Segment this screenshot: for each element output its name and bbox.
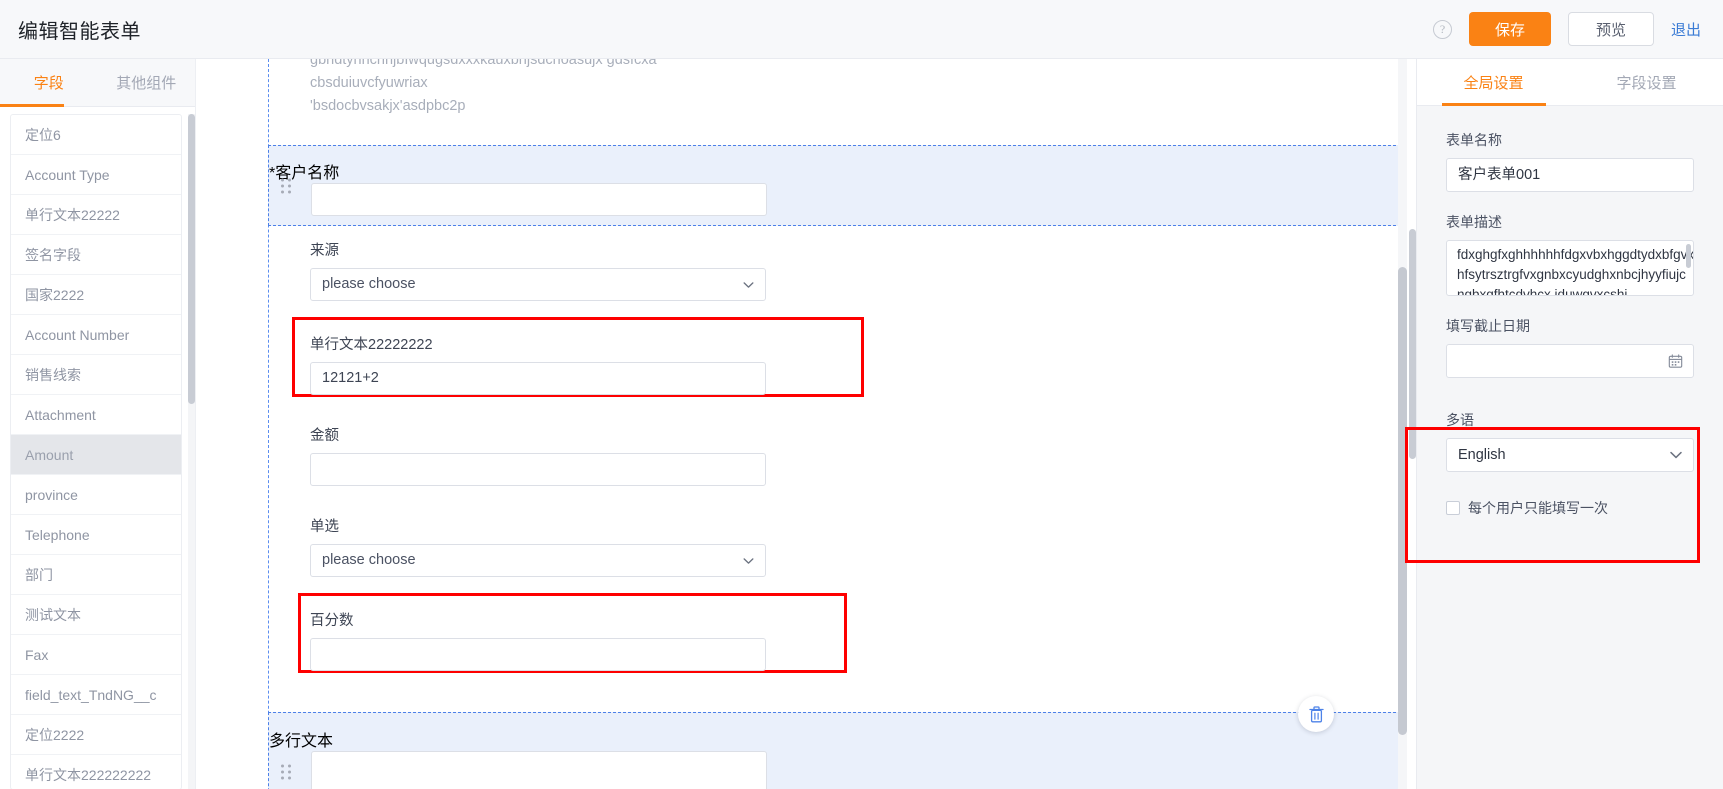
checkbox-box[interactable] bbox=[1446, 501, 1460, 515]
description-line-1: gbhdtyhhchhjbIwqugsdxxxkauxbhjsdchoasujx… bbox=[310, 59, 657, 68]
chevron-down-icon bbox=[743, 281, 754, 288]
canvas-scrollbar[interactable] bbox=[1398, 59, 1407, 789]
field-list: 定位6 Account Type 单行文本22222 签名字段 国家2222 Accoun… bbox=[10, 114, 182, 789]
question-circle-icon[interactable]: ? bbox=[1432, 19, 1452, 39]
field-block-multiline-text[interactable]: 多行文本 bbox=[268, 712, 1407, 789]
tab-global-settings[interactable]: 全局设置 bbox=[1417, 59, 1570, 105]
field-label-percent: 百分数 bbox=[310, 613, 354, 629]
language-value: English bbox=[1458, 447, 1506, 463]
form-description-line-2: hfsytrsztrgfvxgnbxcyudghxnbcjhyyfiujc bbox=[1457, 267, 1686, 282]
form-description-label: 表单描述 bbox=[1446, 214, 1502, 230]
right-settings-panel: 全局设置 字段设置 表单名称 客户表单001 表单描述 fdxghgfxghhh… bbox=[1405, 59, 1723, 789]
form-description-line-1: fdxghgfxghhhhhhfdgxvbxhggdtydxbfgvx bbox=[1457, 247, 1694, 262]
field-label-customer-name: *客户名称 bbox=[269, 165, 340, 182]
field-block-percent[interactable]: 百分数 bbox=[268, 609, 1407, 671]
field-list-item[interactable]: Account Number bbox=[11, 315, 181, 355]
header-actions: ? 保存 预览 退出 bbox=[1432, 12, 1701, 46]
once-per-user-checkbox[interactable]: 每个用户只能填写一次 bbox=[1446, 498, 1694, 518]
select-source[interactable]: please choose bbox=[310, 268, 766, 301]
field-list-item[interactable]: 单行文本222222222 bbox=[11, 755, 181, 789]
select-radio-value: please choose bbox=[322, 552, 416, 568]
right-tab-bar: 全局设置 字段设置 bbox=[1417, 59, 1723, 106]
exit-link[interactable]: 退出 bbox=[1671, 19, 1701, 40]
field-label-single-line-text: 单行文本22222222 bbox=[310, 337, 433, 353]
save-button[interactable]: 保存 bbox=[1468, 12, 1551, 46]
canvas-scrollbar-thumb[interactable] bbox=[1398, 267, 1407, 735]
language-label: 多语 bbox=[1446, 412, 1474, 428]
form-name-group: 表单名称 客户表单001 bbox=[1417, 130, 1723, 192]
field-list-item[interactable]: 签名字段 bbox=[11, 235, 181, 275]
field-list-item[interactable]: province bbox=[11, 475, 181, 515]
field-list-item[interactable]: Amount bbox=[11, 435, 181, 475]
drag-handle-icon[interactable] bbox=[281, 178, 292, 193]
form-description-line-3: ngbxgfhtcdvhcx jduwgvxcshj bbox=[1457, 287, 1628, 296]
delete-field-button[interactable] bbox=[1298, 696, 1334, 732]
select-source-value: please choose bbox=[322, 276, 416, 292]
left-scrollbar[interactable] bbox=[188, 114, 195, 789]
field-block-amount[interactable]: 金额 bbox=[268, 424, 1407, 486]
field-label-radio-select: 单选 bbox=[310, 519, 339, 535]
field-block-customer-name[interactable]: *客户名称 bbox=[268, 145, 1407, 226]
description-line-2: cbsduiuvcfyuwriax bbox=[310, 75, 428, 91]
form-sheet: gbhdtyhhchhjbIwqugsdxxxkauxbhjsdchoasujx… bbox=[268, 59, 1407, 789]
form-name-label: 表单名称 bbox=[1446, 132, 1502, 148]
form-builder-app: 编辑智能表单 ? 保存 预览 退出 字段 其他组件 定位6 Account Typ… bbox=[0, 0, 1723, 789]
chevron-down-icon bbox=[743, 557, 754, 564]
language-select[interactable]: English bbox=[1446, 438, 1694, 472]
top-header-bar: 编辑智能表单 ? 保存 预览 退出 bbox=[0, 0, 1723, 59]
deadline-group: 填写截止日期 bbox=[1417, 316, 1723, 378]
form-description-group: 表单描述 fdxghgfxghhhhhhfdgxvbxhggdtydxbfgvx… bbox=[1417, 212, 1723, 296]
preview-button[interactable]: 预览 bbox=[1567, 12, 1654, 46]
once-per-user-label: 每个用户只能填写一次 bbox=[1468, 500, 1608, 516]
drag-handle-icon[interactable] bbox=[281, 764, 292, 780]
tab-field-settings[interactable]: 字段设置 bbox=[1570, 59, 1723, 105]
left-sidebar: 字段 其他组件 定位6 Account Type 单行文本22222 签名字段 国家22… bbox=[0, 59, 196, 789]
input-percent[interactable] bbox=[310, 638, 766, 671]
form-name-input[interactable]: 客户表单001 bbox=[1446, 158, 1694, 192]
language-group: 多语 English bbox=[1417, 410, 1723, 472]
field-block-source[interactable]: 来源 please choose bbox=[268, 239, 1407, 301]
field-label-multiline-text: 多行文本 bbox=[269, 733, 334, 750]
left-scrollbar-thumb[interactable] bbox=[188, 114, 195, 404]
field-label-source: 来源 bbox=[310, 243, 339, 259]
description-line-3: 'bsdocbvsakjx'asdpbc2p bbox=[310, 98, 466, 114]
trash-icon bbox=[1308, 705, 1324, 722]
select-radio-select[interactable]: please choose bbox=[310, 544, 766, 577]
form-description-text: gbhdtyhhchhjbIwqugsdxxxkauxbhjsdchoasujx… bbox=[310, 59, 1375, 147]
once-per-user-group: 每个用户只能填写一次 bbox=[1417, 498, 1723, 518]
left-tab-bar: 字段 其他组件 bbox=[0, 59, 195, 107]
field-list-item[interactable]: 定位2222 bbox=[11, 715, 181, 755]
tab-fields[interactable]: 字段 bbox=[0, 59, 98, 106]
field-list-item[interactable]: Account Type bbox=[11, 155, 181, 195]
textarea-scrollbar-thumb[interactable] bbox=[1686, 244, 1691, 268]
field-list-item[interactable]: Fax bbox=[11, 635, 181, 675]
form-canvas: gbhdtyhhchhjbIwqugsdxxxkauxbhjsdchoasujx… bbox=[196, 59, 1407, 789]
calendar-icon bbox=[1668, 354, 1683, 368]
field-list-item[interactable]: Attachment bbox=[11, 395, 181, 435]
right-panel-scrollbar-thumb[interactable] bbox=[1409, 229, 1416, 459]
input-amount[interactable] bbox=[310, 453, 766, 486]
tab-other-components[interactable]: 其他组件 bbox=[98, 59, 196, 106]
field-list-item[interactable]: field_text_TndNG__c bbox=[11, 675, 181, 715]
form-description-textarea[interactable]: fdxghgfxghhhhhhfdgxvbxhggdtydxbfgvx hfsy… bbox=[1446, 240, 1694, 296]
input-customer-name[interactable] bbox=[311, 183, 767, 216]
field-list-item[interactable]: 定位6 bbox=[11, 115, 181, 155]
page-title: 编辑智能表单 bbox=[18, 20, 141, 43]
field-label-amount: 金额 bbox=[310, 428, 339, 444]
chevron-down-icon bbox=[1670, 451, 1682, 459]
field-list-item[interactable]: Telephone bbox=[11, 515, 181, 555]
field-block-radio-select[interactable]: 单选 please choose bbox=[268, 515, 1407, 577]
field-block-single-line-text[interactable]: 单行文本22222222 12121+2 bbox=[268, 333, 1407, 395]
deadline-date-input[interactable] bbox=[1446, 344, 1694, 378]
field-list-item[interactable]: 国家2222 bbox=[11, 275, 181, 315]
deadline-label: 填写截止日期 bbox=[1446, 318, 1530, 334]
field-list-item[interactable]: 单行文本22222 bbox=[11, 195, 181, 235]
field-list-item[interactable]: 销售线索 bbox=[11, 355, 181, 395]
input-single-line-text[interactable]: 12121+2 bbox=[310, 362, 766, 395]
textarea-multiline-text[interactable] bbox=[311, 751, 767, 789]
field-list-item[interactable]: 测试文本 bbox=[11, 595, 181, 635]
field-list-item[interactable]: 部门 bbox=[11, 555, 181, 595]
